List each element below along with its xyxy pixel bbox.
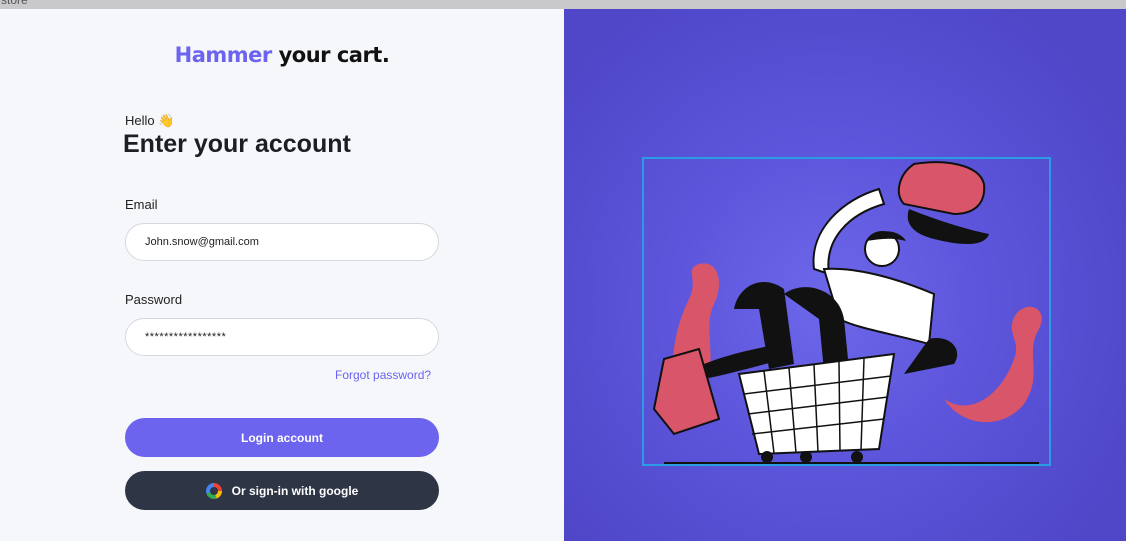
wheel-middle	[800, 451, 812, 463]
wheel-right	[851, 451, 863, 463]
login-button[interactable]: Login account	[125, 418, 439, 457]
login-button-label: Login account	[241, 430, 323, 445]
page-title: Enter your account	[123, 130, 351, 158]
illustration-panel	[564, 9, 1126, 541]
greeting: Hello 👋	[125, 113, 174, 129]
wave-icon: 👋	[158, 113, 175, 128]
password-field[interactable]	[125, 318, 439, 356]
forgot-password-link[interactable]: Forgot password?	[335, 368, 431, 382]
login-panel: Hammer your cart. Hello 👋 Enter your acc…	[0, 9, 564, 541]
google-signin-label: Or sign-in with google	[231, 483, 359, 498]
password-label: Password	[125, 292, 183, 307]
right-dark-shape	[904, 338, 958, 374]
wheel-left	[761, 451, 773, 463]
right-blob-shape	[944, 306, 1042, 423]
email-label: Email	[125, 197, 158, 212]
google-signin-button[interactable]: Or sign-in with google	[125, 471, 439, 510]
brand-accent: Hammer	[174, 43, 273, 67]
brand-rest: your cart.	[278, 43, 390, 67]
brand-logo: Hammer your cart.	[0, 43, 564, 67]
greeting-text: Hello	[125, 113, 155, 128]
hair-swirl-shape	[907, 209, 989, 244]
window-title: store	[1, 0, 28, 7]
email-field[interactable]	[125, 223, 439, 261]
illustration-selection-box	[642, 157, 1051, 466]
shopping-cart-illustration	[652, 161, 1042, 464]
bag-top-shape	[897, 161, 986, 216]
window-titlebar: store	[0, 0, 1126, 9]
google-icon	[205, 482, 222, 499]
